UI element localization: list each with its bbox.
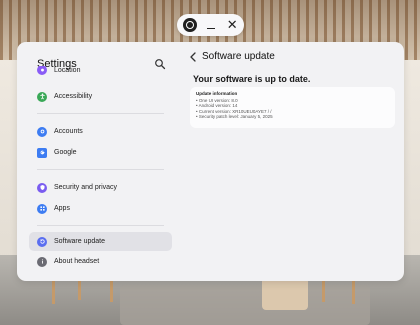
rug [120,285,370,325]
sidebar-item-label: Software update [54,238,105,245]
sidebar-item-label: Security and privacy [54,184,118,191]
content-pane: Software update Your software is up to d… [180,42,404,281]
settings-window: Settings Location Accessibility Accounts [17,42,404,281]
sidebar-item-about-headset[interactable]: About headset [29,252,172,271]
sidebar-item-label: Google [54,149,77,156]
close-icon[interactable]: ✕ [226,18,238,32]
sidebar-item-accounts[interactable]: Accounts [29,122,172,141]
window-controls-bar: ✕ [177,14,244,36]
update-info-line: • Security patch level: January 5, 2025 [196,114,273,120]
page-title: Software update [202,51,275,62]
chair-leg [352,280,355,304]
divider [37,113,164,114]
sidebar-item-label: About headset [54,258,100,265]
sidebar-item-security-and-privacy[interactable]: Security and privacy [29,178,172,197]
apps-icon [37,203,47,214]
info-icon [37,256,47,267]
chair-leg [322,280,325,302]
update-status-text: Your software is up to date. [193,74,311,84]
sidebar-item-label: Accessibility [54,93,93,100]
sidebar-item-accessibility[interactable]: Accessibility [29,87,172,106]
sidebar-item-software-update[interactable]: Software update [29,232,172,251]
update-info-heading: Update information [196,91,238,96]
chair-leg [110,280,113,302]
minimize-icon[interactable] [207,18,217,32]
accessibility-icon [37,91,47,102]
update-icon [37,236,47,247]
location-icon [37,66,47,75]
sidebar-item-label: Apps [54,205,70,212]
shield-icon [37,182,47,193]
key-icon [37,126,47,137]
apps-circle-icon[interactable] [183,18,197,32]
update-information-card: Update information • One UI version: 8.0… [190,87,395,128]
settings-sidebar: Settings Location Accessibility Accounts [17,42,180,281]
back-arrow-icon[interactable] [189,52,197,62]
chair-leg [78,280,81,300]
sidebar-item-label: Location [54,66,81,74]
chair-leg [52,280,55,304]
divider [37,169,164,170]
sidebar-item-google[interactable]: Google [29,143,172,162]
sidebar-item-location[interactable]: Location [29,66,172,80]
divider [37,225,164,226]
sidebar-item-apps[interactable]: Apps [29,199,172,218]
sidebar-item-label: Accounts [54,128,83,135]
google-icon [37,147,47,158]
